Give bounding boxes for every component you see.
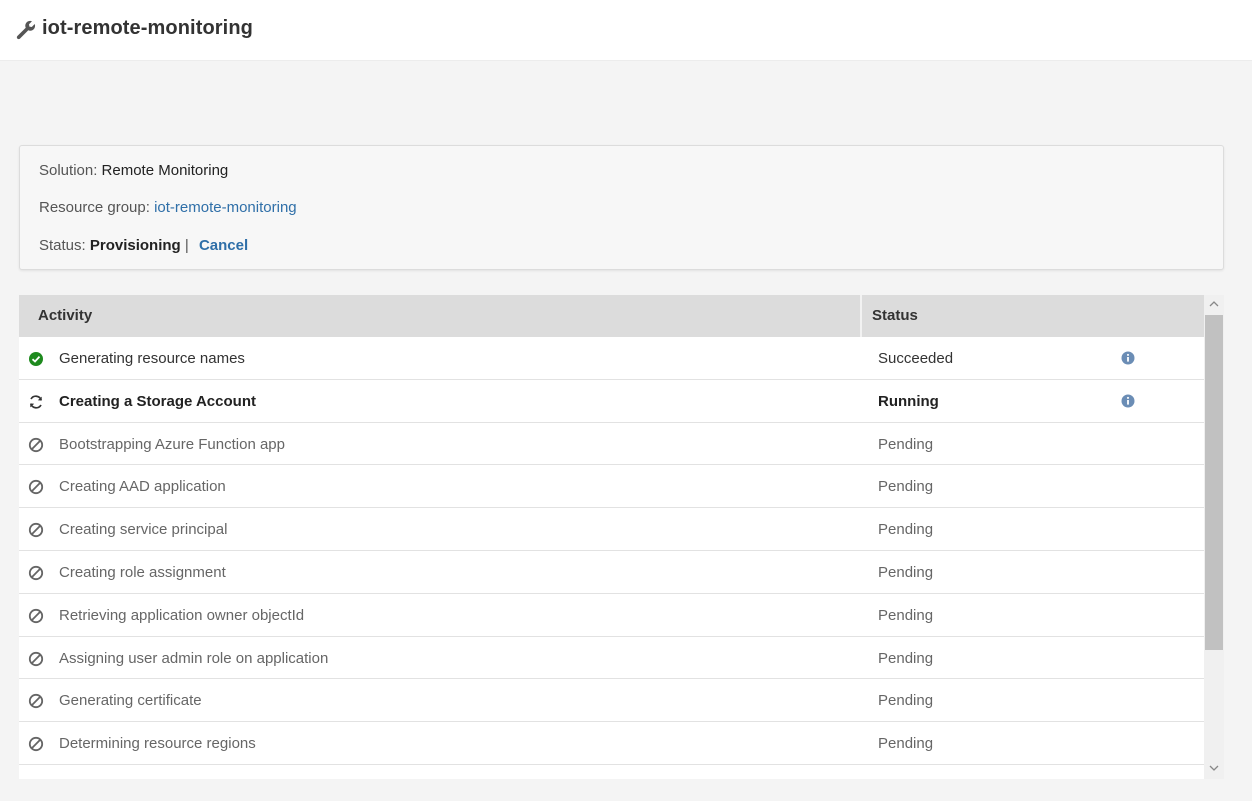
solution-line: Solution: Remote Monitoring [39, 162, 228, 179]
table-row[interactable]: Bootstrapping Azure Function app Pending [19, 422, 1204, 466]
table-row[interactable]: Generating resource names Succeeded [19, 337, 1204, 380]
column-divider[interactable] [860, 295, 862, 337]
blocked-icon [28, 608, 44, 624]
table-row[interactable]: Generating certificate Pending [19, 679, 1204, 723]
resource-group-link[interactable]: iot-remote-monitoring [154, 199, 297, 216]
activity-table: Activity Status Generating resource name… [19, 295, 1224, 779]
activity-name: Determining resource regions [59, 735, 256, 753]
status-separator: | [184, 237, 189, 254]
activity-name: Creating role assignment [59, 563, 226, 581]
scroll-up-arrow-icon[interactable] [1204, 295, 1224, 313]
table-row[interactable]: Creating a Storage Account Running [19, 379, 1204, 423]
activity-name: Bootstrapping Azure Function app [59, 435, 285, 453]
blocked-icon [28, 693, 44, 709]
table-row[interactable]: Determining resource regions Pending [19, 722, 1204, 765]
activity-status: Pending [878, 649, 934, 667]
activity-status: Pending [878, 521, 934, 539]
activity-name: Creating AAD application [59, 478, 226, 496]
blocked-icon [28, 479, 44, 495]
activity-name: Retrieving application owner objectId [59, 606, 305, 624]
status-line: Status: Provisioning | Cancel [39, 237, 248, 254]
table-row[interactable]: Retrieving application owner objectId Pen… [19, 593, 1204, 637]
solution-value: Remote Monitoring [101, 162, 229, 179]
activity-status: Pending [878, 563, 934, 581]
blocked-icon [28, 437, 44, 453]
column-header-status[interactable]: Status [872, 295, 918, 337]
info-icon[interactable] [1121, 394, 1135, 408]
activity-name: Creating service principal [59, 521, 228, 539]
table-row[interactable]: Creating role assignment Pending [19, 550, 1204, 594]
wrench-icon [16, 20, 36, 40]
blocked-icon [28, 522, 44, 538]
info-icon[interactable] [1121, 351, 1135, 365]
activity-name: Creating a Storage Account [59, 392, 256, 410]
activity-name: Generating certificate [59, 692, 202, 710]
activity-status: Pending [878, 478, 934, 496]
table-row[interactable]: Creating service principal Pending [19, 508, 1204, 551]
status-value: Provisioning [89, 237, 181, 254]
cancel-link[interactable]: Cancel [199, 237, 248, 254]
table-row[interactable]: Creating AAD application Pending [19, 465, 1204, 509]
activity-status: Pending [878, 735, 934, 753]
blocked-icon [28, 651, 44, 667]
activity-status: Pending [878, 692, 934, 710]
page-title: iot-remote-monitoring [42, 17, 253, 39]
table-row[interactable]: Assigning user admin role on application… [19, 636, 1204, 680]
resource-group-label: Resource group: [39, 199, 150, 216]
activity-name: Assigning user admin role on application [59, 649, 329, 667]
blocked-icon [28, 736, 44, 752]
check-circle-icon [28, 351, 44, 367]
vertical-scrollbar[interactable] [1204, 295, 1224, 779]
solution-label: Solution: [39, 162, 98, 179]
status-label: Status: [39, 237, 86, 254]
resource-group-line: Resource group: iot-remote-monitoring [39, 199, 297, 216]
table-row[interactable] [19, 764, 1204, 779]
scrollbar-thumb[interactable] [1205, 315, 1223, 650]
refresh-icon [28, 394, 44, 410]
activity-status: Pending [878, 606, 934, 624]
blocked-icon [28, 565, 44, 581]
activity-status: Succeeded [878, 350, 954, 367]
table-header: Activity Status [19, 295, 1204, 337]
scroll-down-arrow-icon[interactable] [1204, 759, 1224, 777]
table-body: Generating resource names Succeeded Creati… [19, 337, 1204, 779]
solution-info-card: Solution: Remote Monitoring Resource gro… [19, 145, 1224, 270]
activity-name: Generating resource names [59, 350, 245, 367]
activity-status: Pending [878, 435, 934, 453]
page-header: iot-remote-monitoring [0, 0, 1252, 61]
activity-status: Running [878, 392, 939, 410]
column-header-activity[interactable]: Activity [38, 295, 92, 337]
